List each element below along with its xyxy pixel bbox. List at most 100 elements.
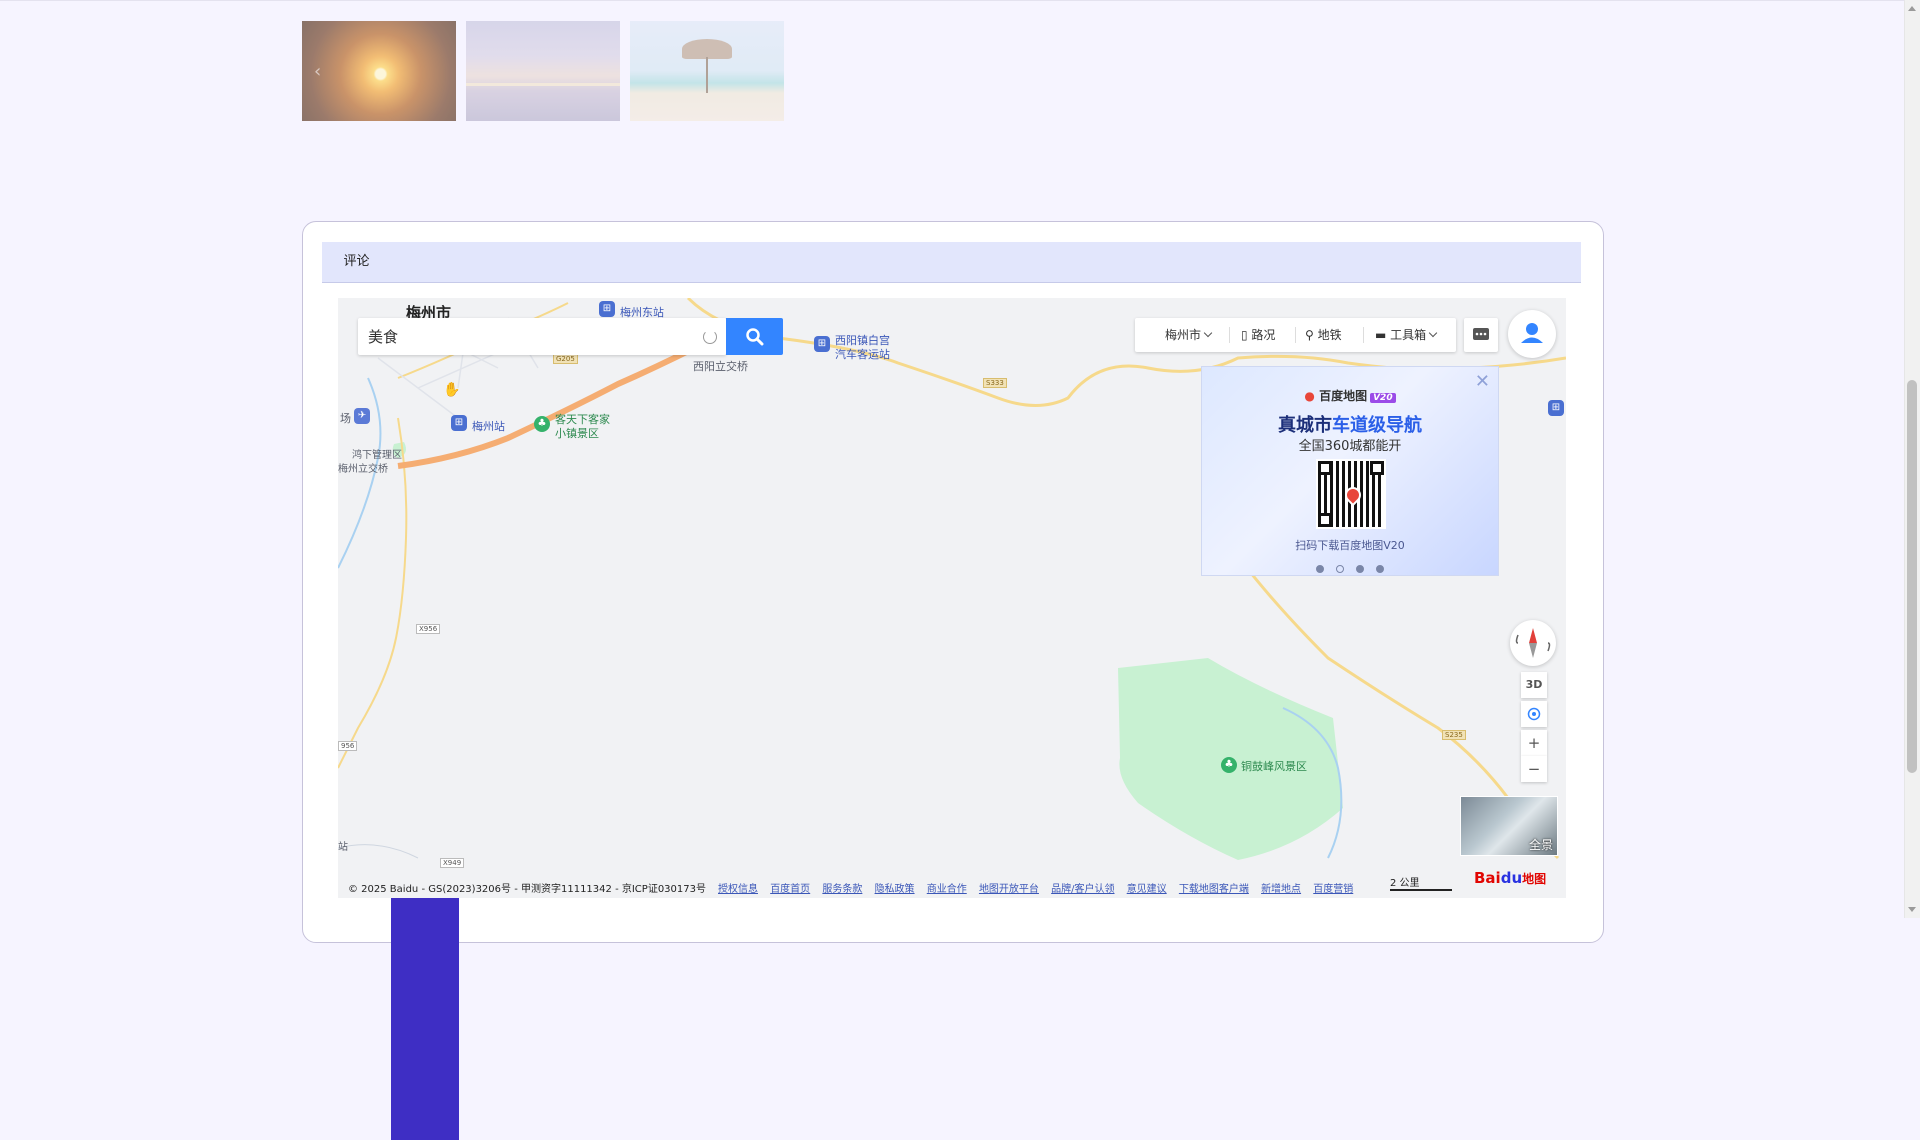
promo-headline-part2: 车道级导航: [1332, 415, 1422, 436]
tab-bar: 评论 地图: [322, 242, 1581, 1140]
map-label-xiyang-bus-2[interactable]: 汽车客运站: [835, 346, 890, 362]
footer-link-terms[interactable]: 服务条款: [822, 884, 862, 895]
qr-corner: [1318, 513, 1332, 527]
city-selector[interactable]: 梅州市: [1165, 318, 1213, 352]
road-tag-s235: S235: [1442, 730, 1466, 740]
location-pin-icon: ●: [1304, 389, 1315, 403]
footer-link-add-place[interactable]: 新增地点: [1261, 884, 1301, 895]
scroll-thumb[interactable]: [1907, 380, 1917, 773]
logo-bai: Bai: [1474, 869, 1501, 887]
map-search-button[interactable]: [726, 318, 783, 355]
qr-corner: [1370, 461, 1384, 475]
toolbox-label: 工具箱: [1390, 328, 1427, 342]
road-tag-956: 956: [338, 741, 358, 751]
map-toolbar: 梅州市 ▯ 路况 ⚲ 地铁 ▬ 工具箱: [1135, 318, 1456, 352]
promo-brand-name: 百度地图: [1319, 389, 1368, 403]
map-label-station-edge: 站: [338, 842, 348, 853]
promo-headline: 真城市车道级导航: [1202, 411, 1498, 437]
tab-comments[interactable]: 评论: [322, 242, 391, 282]
logo-du: du: [1500, 869, 1523, 887]
promo-brand: ● 百度地图 V20: [1202, 387, 1498, 404]
subway-label: 地铁: [1317, 328, 1342, 342]
toolbox-icon: ▬: [1375, 328, 1391, 342]
carousel-dot[interactable]: [1376, 565, 1384, 573]
search-icon: [746, 328, 764, 346]
map-scale: 2 公里: [1390, 874, 1456, 891]
scroll-up-icon[interactable]: [1908, 6, 1916, 11]
compass-icon: [1515, 628, 1551, 658]
train-station-icon[interactable]: ⊞: [599, 301, 615, 317]
gallery-thumbnail-sea[interactable]: [466, 21, 620, 121]
compass-control[interactable]: [1510, 620, 1556, 666]
qr-pin-icon: [1341, 483, 1365, 507]
panorama-label: 全景: [1528, 838, 1553, 852]
map-label-meizhou-station[interactable]: 梅州站: [472, 418, 505, 434]
map-label-hexia: 鸿下管理区: [352, 450, 402, 461]
promo-version-badge: V20: [1370, 393, 1396, 403]
gallery-thumbnail-beach[interactable]: [630, 21, 784, 121]
message-button[interactable]: [1464, 318, 1498, 352]
footer-link-brand-claim[interactable]: 品牌/客户认领: [1051, 884, 1114, 895]
baidu-map[interactable]: ✋ 梅州市 ⊞ 梅州东站 西阳立交桥 ⊞ 西阳镇白宫 汽车客运站 场 ✈ ⊞ 梅…: [338, 298, 1566, 898]
footer-link-download[interactable]: 下载地图客户端: [1179, 884, 1249, 895]
footer-link-feedback[interactable]: 意见建议: [1127, 884, 1167, 895]
scenic-spot-icon[interactable]: ♣: [534, 416, 550, 432]
carousel-dot[interactable]: [1316, 565, 1324, 573]
carousel-dot[interactable]: [1356, 565, 1364, 573]
user-button[interactable]: [1508, 310, 1556, 358]
footer-link-privacy[interactable]: 隐私政策: [875, 884, 915, 895]
footer-link-license[interactable]: 授权信息: [718, 884, 758, 895]
toolbox-button[interactable]: ▬ 工具箱: [1375, 318, 1438, 352]
path-line: [338, 844, 419, 859]
umbrella-shape: [682, 39, 732, 59]
chevron-down-icon: [1203, 328, 1213, 338]
promo-caption: 扫码下载百度地图V20: [1295, 539, 1405, 552]
zoom-in-button[interactable]: +: [1521, 730, 1547, 756]
message-icon: [1473, 328, 1489, 340]
city-selector-label: 梅州市: [1165, 328, 1202, 342]
bus-station-icon[interactable]: ⊞: [814, 336, 830, 352]
map-search-input[interactable]: [358, 318, 676, 355]
panorama-thumbnail[interactable]: 全景: [1460, 796, 1558, 856]
traffic-button[interactable]: ▯ 路况: [1241, 318, 1275, 352]
qr-code: [1316, 459, 1386, 529]
subway-icon: ⚲: [1305, 328, 1318, 342]
footer-link-business[interactable]: 商业合作: [927, 884, 967, 895]
scenic-spot-icon[interactable]: ♣: [1221, 757, 1237, 773]
road-tag-g: G205: [553, 354, 578, 364]
top-divider: [0, 0, 1905, 1]
toolbar-divider: [1363, 327, 1364, 343]
hand-cursor-icon: ✋: [443, 382, 461, 398]
map-label-hakka-2[interactable]: 小镇景区: [555, 425, 599, 441]
map-label-tonggufeng[interactable]: 铜鼓峰风景区: [1241, 758, 1307, 774]
gallery-prev-icon[interactable]: ‹: [314, 61, 321, 82]
loading-spinner-icon: [703, 330, 717, 344]
promo-subline: 全国360城都能开: [1298, 439, 1402, 454]
page-scrollbar[interactable]: [1904, 0, 1920, 918]
3d-button[interactable]: 3D: [1521, 672, 1547, 698]
carousel-dot-active[interactable]: [1336, 565, 1344, 573]
traffic-light-icon: ▯: [1241, 328, 1252, 342]
chevron-down-icon: [1428, 328, 1438, 338]
footer-link-open-platform[interactable]: 地图开放平台: [979, 884, 1039, 895]
train-station-icon[interactable]: ⊞: [451, 415, 467, 431]
map-footer-links: 授权信息 百度首页 服务条款 隐私政策 商业合作 地图开放平台 品牌/客户认领 …: [718, 880, 1362, 895]
toolbar-divider: [1229, 327, 1230, 343]
zoom-out-button[interactable]: −: [1521, 756, 1547, 782]
scroll-down-icon[interactable]: [1908, 907, 1916, 912]
footer-link-home[interactable]: 百度首页: [770, 884, 810, 895]
airport-icon[interactable]: ✈: [354, 408, 370, 424]
map-scale-label: 2 公里: [1390, 878, 1420, 889]
locate-button[interactable]: [1521, 701, 1547, 727]
subway-button[interactable]: ⚲ 地铁: [1305, 318, 1342, 352]
gallery-thumbnail-sunset[interactable]: ‹: [302, 21, 456, 121]
promo-headline-part1: 真城市: [1278, 415, 1332, 436]
baidu-map-logo[interactable]: Baidu地图: [1474, 869, 1546, 895]
carousel-dots: [1202, 558, 1498, 577]
road-tag-s333: S333: [983, 378, 1007, 388]
bus-station-icon[interactable]: ⊞: [1548, 400, 1564, 416]
app-promo-popup: ✕ ● 百度地图 V20 真城市车道级导航 全国360城都能开 扫码下载百度地图V…: [1201, 366, 1499, 576]
footer-link-marketing[interactable]: 百度营销: [1313, 884, 1353, 895]
map-label-xiyang-interchange: 西阳立交桥: [693, 360, 748, 373]
map-label-meizhou-interchange: 梅州立交桥: [338, 464, 388, 475]
